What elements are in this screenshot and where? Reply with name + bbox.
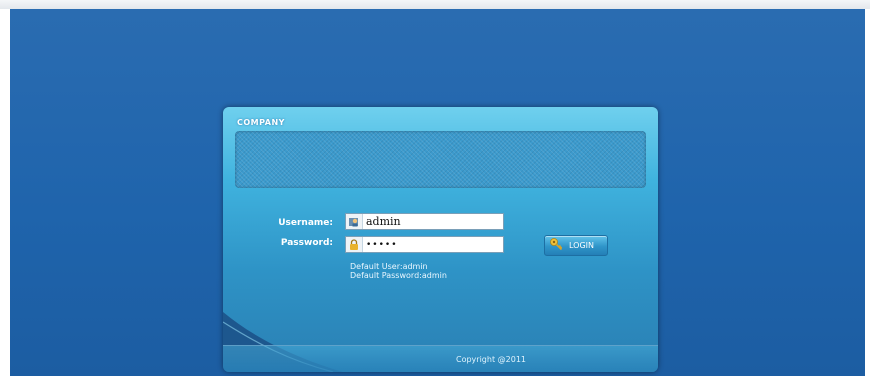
login-panel: COMPANY Username: Password: [223,107,658,372]
password-field-wrapper [345,236,504,253]
copyright-text: Copyright @2011 [456,355,526,364]
banner-area [235,131,646,188]
username-field-wrapper [345,213,504,230]
password-label: Password: [280,238,333,248]
default-user-hint: Default User:admin [350,262,428,271]
login-button[interactable]: LOGIN [544,235,608,256]
username-input[interactable] [366,214,501,229]
panel-footer: Copyright @2011 [223,345,658,372]
lock-icon [346,237,363,252]
default-password-hint: Default Password:admin [350,271,447,280]
username-label: Username: [278,218,333,228]
key-icon [549,236,563,255]
browser-top-strip [0,0,870,9]
login-button-label: LOGIN [569,241,595,250]
user-icon [346,214,363,229]
password-input[interactable] [366,237,501,252]
company-brand: COMPANY [237,118,285,127]
